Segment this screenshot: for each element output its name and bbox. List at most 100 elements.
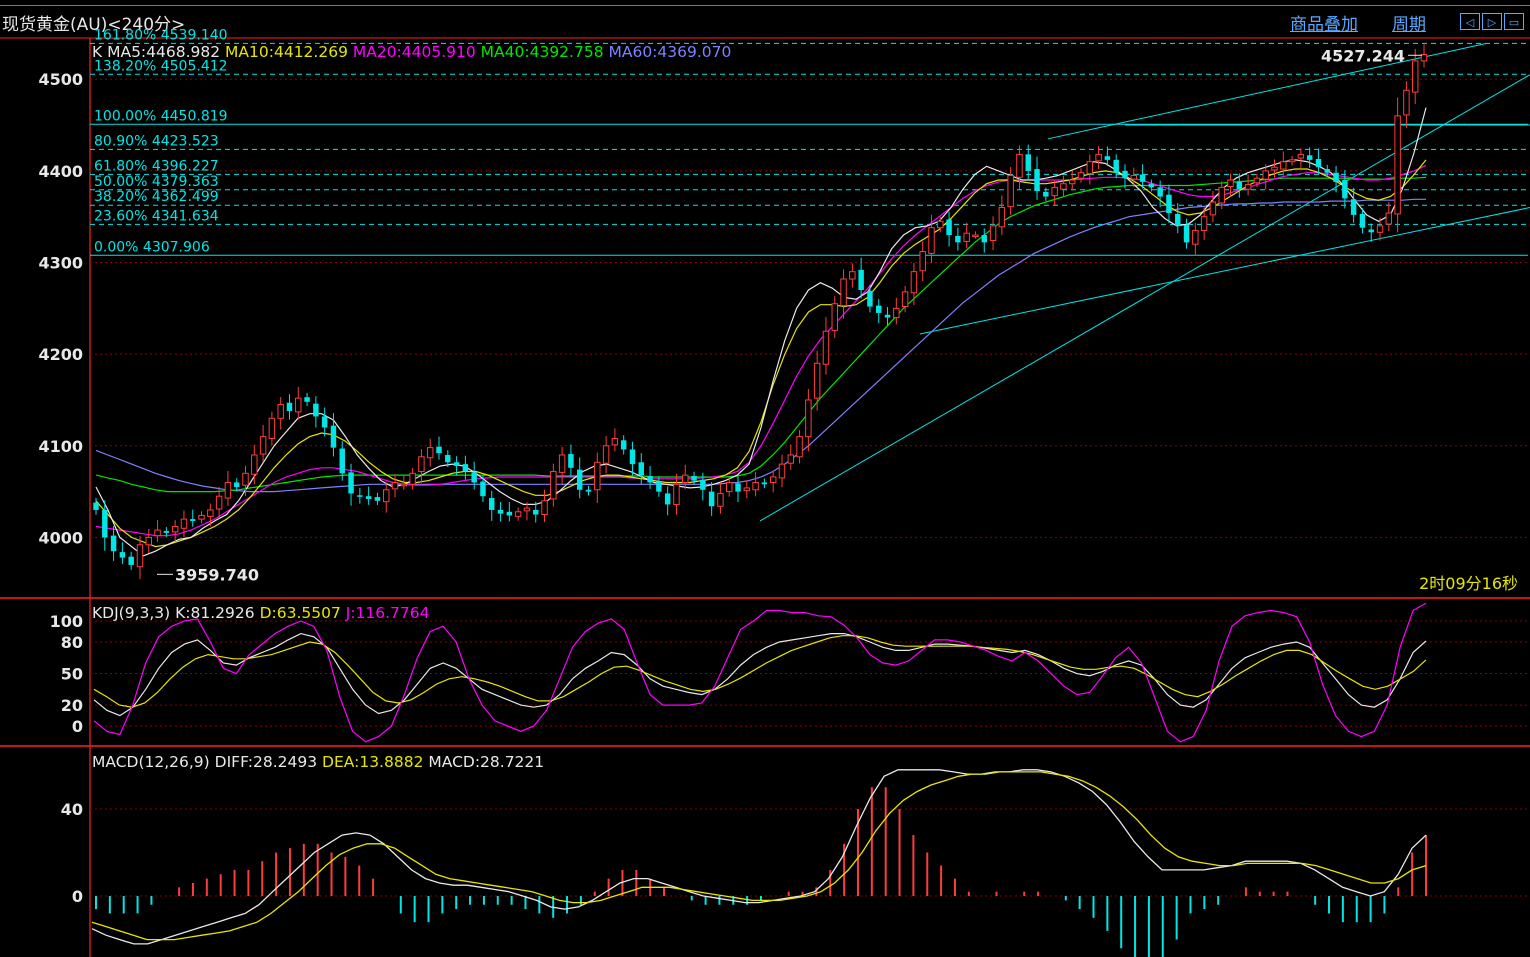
candle-body xyxy=(1385,212,1393,225)
candle-body xyxy=(1130,174,1138,180)
price-tick-label: 4200 xyxy=(38,345,83,364)
candle-body xyxy=(884,314,891,318)
candle-body xyxy=(190,519,196,521)
candle-body xyxy=(224,481,232,499)
candle-body xyxy=(831,303,838,331)
fib-level-label: 23.60% 4341.634 xyxy=(94,208,219,224)
candle-body xyxy=(919,251,926,272)
ma60-line xyxy=(95,198,1426,493)
trend-lines xyxy=(759,43,1530,522)
candle-body xyxy=(1060,183,1067,190)
candle-body xyxy=(989,225,997,242)
candle-body xyxy=(1192,229,1199,245)
candle-body xyxy=(787,454,795,464)
candle-body xyxy=(946,219,952,236)
candle-body xyxy=(664,493,671,505)
candle-body xyxy=(339,448,345,474)
legend-item: DIFF:28.2493 xyxy=(215,753,322,771)
legend-item: MA20:4405.910 xyxy=(353,43,481,61)
candle-body xyxy=(1376,225,1384,233)
candle-body xyxy=(620,440,627,450)
candle-body xyxy=(1166,194,1172,214)
candle-body xyxy=(1086,161,1094,175)
ma20-line xyxy=(95,164,1427,537)
price-grid xyxy=(90,78,1528,538)
candle-body xyxy=(585,489,592,492)
candle-body xyxy=(365,496,372,499)
candle-body xyxy=(242,472,249,486)
candle-body xyxy=(489,498,495,510)
candle-body xyxy=(752,481,759,491)
candle-body xyxy=(409,472,416,485)
candle-body xyxy=(313,403,319,417)
kdj-legend: KDJ(9,3,3) K:81.2926 D:63.5507 J:116.776… xyxy=(92,604,430,622)
candle-body xyxy=(445,454,451,463)
legend-item: MA40:4392.758 xyxy=(481,43,609,61)
candle-body xyxy=(691,476,697,481)
candle-body xyxy=(1148,183,1155,188)
candle-body xyxy=(462,464,469,472)
candle-body xyxy=(180,518,188,529)
candle-body xyxy=(102,509,108,538)
legend-item: MA10:4412.269 xyxy=(225,43,353,61)
candle-body xyxy=(769,476,777,483)
candle-body xyxy=(1368,229,1374,233)
candle-body xyxy=(647,476,653,483)
candle-body xyxy=(1016,153,1023,178)
candle-body xyxy=(145,536,152,546)
candle-body xyxy=(533,509,539,515)
candle-body xyxy=(1043,191,1049,197)
kdj-axis: 0 20 50 80 100 xyxy=(50,612,83,736)
candle-body xyxy=(330,425,337,448)
candle-body xyxy=(1306,155,1313,160)
chart-canvas: 400041004200430044004500 161.80% 4539.14… xyxy=(0,27,1530,957)
legend-item: D:63.5507 xyxy=(260,604,346,622)
candle-body xyxy=(400,483,408,487)
candle-body xyxy=(611,437,619,446)
macd-tick-label: 40 xyxy=(61,800,83,819)
candle-body xyxy=(268,417,276,439)
candle-body xyxy=(1007,174,1014,208)
price-tick-label: 4100 xyxy=(38,437,83,456)
candle-body xyxy=(436,446,442,454)
candle-body xyxy=(1280,161,1287,170)
candle-body xyxy=(673,483,680,505)
candle-body xyxy=(558,454,566,473)
trend-line xyxy=(919,207,1530,335)
candle-body xyxy=(928,227,935,254)
fib-level-label: 80.90% 4423.523 xyxy=(94,133,219,149)
kdj-tick-label: 50 xyxy=(61,665,83,684)
fib-level-label: 50.00% 4379.363 xyxy=(94,174,219,190)
macd-tick-label: 0 xyxy=(72,887,83,906)
candle-body xyxy=(813,362,821,399)
candle-body xyxy=(708,491,715,507)
candle-body xyxy=(1236,181,1243,190)
candle-body xyxy=(1183,224,1190,243)
candle-body xyxy=(277,404,284,419)
candle-body xyxy=(259,436,267,455)
macd-diff-line xyxy=(91,769,1427,945)
macd-lines xyxy=(91,769,1427,945)
legend-line: K MA5:4468.982 MA10:4412.269 MA20:4405.9… xyxy=(92,43,731,61)
candle-body xyxy=(822,330,830,365)
candle-body xyxy=(1068,179,1076,185)
candle-body xyxy=(128,556,134,565)
fibonacci-levels: 161.80% 4539.140138.20% 4505.412100.00% … xyxy=(90,27,1528,256)
candle-body xyxy=(295,397,302,413)
kdj-j-line xyxy=(93,602,1427,743)
candle-body xyxy=(638,462,644,476)
candle-body xyxy=(1157,187,1163,197)
candle-body xyxy=(1077,172,1085,179)
candle-body xyxy=(215,495,223,510)
kdj-tick-label: 0 xyxy=(72,717,83,736)
candle-body xyxy=(304,397,310,402)
candle-body xyxy=(867,290,873,307)
legend-line: MACD(12,26,9) DIFF:28.2493 DEA:13.8882 M… xyxy=(92,753,544,771)
candle-body xyxy=(286,402,293,411)
candle-body xyxy=(171,525,179,533)
candle-body xyxy=(876,305,882,313)
candle-body xyxy=(656,481,662,492)
candle-body xyxy=(778,463,786,479)
legend-item: J:116.7764 xyxy=(345,604,430,622)
candle-body xyxy=(136,544,144,568)
